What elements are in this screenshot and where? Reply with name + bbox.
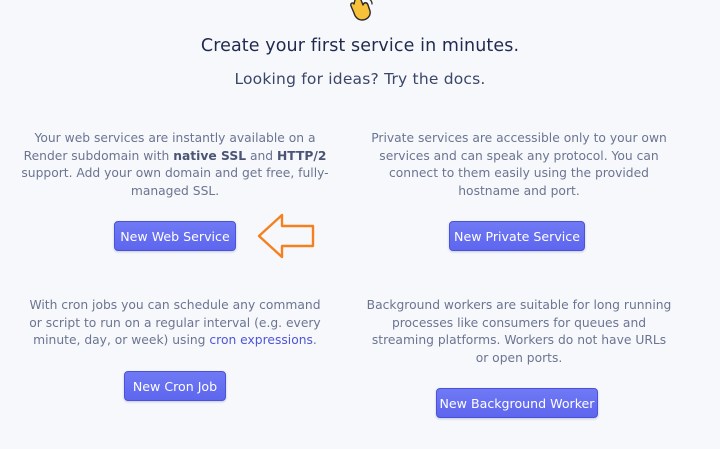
- web-desc-http2: HTTP/2: [276, 148, 327, 163]
- docs-prompt[interactable]: Looking for ideas? Try the docs.: [0, 70, 720, 88]
- cron-expressions-link[interactable]: cron expressions: [209, 333, 313, 347]
- web-desc-part-3: support. Add your own domain and get fre…: [21, 166, 329, 198]
- cron-desc-part-2: .: [312, 333, 317, 347]
- new-background-worker-button[interactable]: New Background Worker: [436, 388, 598, 418]
- new-web-service-button[interactable]: New Web Service: [114, 221, 236, 251]
- web-desc-part-2: and: [246, 148, 277, 163]
- page: Create your first service in minutes. Lo…: [0, 0, 720, 449]
- waving-hand-icon: [350, 0, 373, 21]
- private-service-description: Private services are accessible only to …: [371, 131, 667, 198]
- cron-job-description: With cron jobs you can schedule any comm…: [24, 297, 326, 350]
- background-worker-description: Background workers are suitable for long…: [366, 298, 672, 365]
- web-desc-native-ssl: native SSL: [173, 148, 247, 163]
- web-service-description: Your web services are instantly availabl…: [20, 130, 330, 200]
- new-private-service-button[interactable]: New Private Service: [449, 221, 585, 251]
- arrow-left-icon: [257, 213, 315, 259]
- page-title: Create your first service in minutes.: [200, 36, 520, 56]
- new-cron-job-button[interactable]: New Cron Job: [124, 371, 226, 401]
